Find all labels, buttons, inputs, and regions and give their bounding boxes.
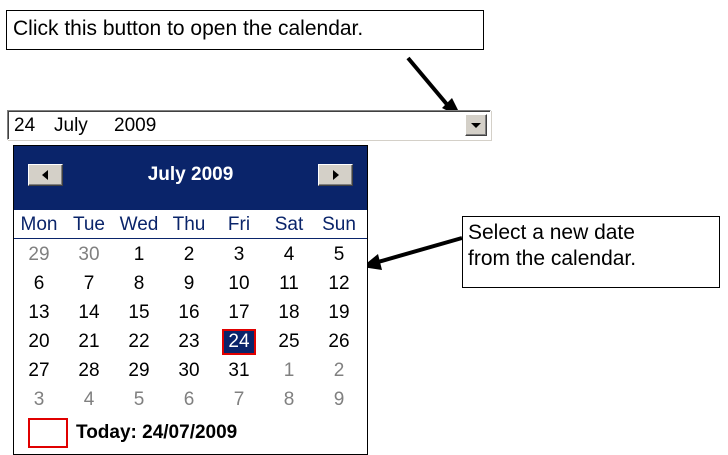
calendar-day[interactable]: 18: [272, 300, 306, 326]
calendar-day[interactable]: 20: [22, 329, 56, 355]
date-combo-box[interactable]: 24 July 2009: [7, 110, 491, 140]
today-link[interactable]: Today: 24/07/2009: [76, 421, 237, 445]
callout-open-calendar-text: Click this button to open the calendar.: [13, 17, 364, 40]
callout-open-calendar: Click this button to open the calendar.: [6, 10, 484, 50]
weekday-header: Mon: [20, 214, 58, 235]
arrow-to-calendar: [362, 236, 463, 270]
calendar-day[interactable]: 9: [172, 271, 206, 297]
calendar-day[interactable]: 5: [322, 242, 356, 268]
open-calendar-button[interactable]: [465, 114, 487, 136]
calendar-day-selected[interactable]: 24: [222, 329, 256, 355]
date-day[interactable]: 24: [14, 116, 35, 136]
date-month[interactable]: July: [54, 116, 88, 136]
calendar-day[interactable]: 7: [72, 271, 106, 297]
date-year[interactable]: 2009: [114, 116, 156, 136]
weekday-header: Tue: [72, 214, 106, 235]
calendar-header: July 2009: [14, 146, 367, 210]
calendar-day[interactable]: 3: [222, 242, 256, 268]
calendar-day[interactable]: 14: [72, 300, 106, 326]
calendar-month-title: July 2009: [147, 164, 234, 185]
calendar-day[interactable]: 15: [122, 300, 156, 326]
calendar-day[interactable]: 2: [322, 358, 356, 384]
calendar-popup: July 2009 Mon Tue Wed Thu Fri Sat Sun 29 30 1 2 3 4…: [13, 145, 368, 455]
arrow-to-dropdown-button: [406, 56, 462, 118]
calendar-day[interactable]: 9: [322, 387, 356, 413]
callout-select-date-line1: Select a new date: [468, 221, 635, 244]
calendar-day[interactable]: 19: [322, 300, 356, 326]
today-marker: [28, 418, 68, 448]
calendar-day[interactable]: 8: [122, 271, 156, 297]
calendar-day[interactable]: 22: [122, 329, 156, 355]
calendar-day[interactable]: 2: [172, 242, 206, 268]
calendar-day[interactable]: 5: [122, 387, 156, 413]
next-month-button[interactable]: [318, 164, 353, 186]
weekday-header: Wed: [119, 214, 159, 235]
callout-select-date: Select a new date from the calendar.: [462, 216, 720, 288]
calendar-day[interactable]: 26: [322, 329, 356, 355]
calendar-day[interactable]: 25: [272, 329, 306, 355]
weekday-header: Thu: [172, 214, 206, 235]
calendar-day[interactable]: 30: [72, 242, 106, 268]
triangle-right-icon: [333, 170, 339, 180]
weekday-divider: [14, 238, 367, 239]
weekday-header: Fri: [227, 214, 251, 235]
calendar-day[interactable]: 30: [172, 358, 206, 384]
calendar-day[interactable]: 4: [272, 242, 306, 268]
calendar-day[interactable]: 1: [272, 358, 306, 384]
calendar-day[interactable]: 29: [22, 242, 56, 268]
calendar-day[interactable]: 8: [272, 387, 306, 413]
calendar-day[interactable]: 28: [72, 358, 106, 384]
weekday-header: Sun: [322, 214, 356, 235]
calendar-day[interactable]: 10: [222, 271, 256, 297]
calendar-day[interactable]: 31: [222, 358, 256, 384]
calendar-day[interactable]: 1: [122, 242, 156, 268]
calendar-day[interactable]: 12: [322, 271, 356, 297]
weekday-header: Sat: [274, 214, 304, 235]
calendar-day[interactable]: 23: [172, 329, 206, 355]
calendar-day[interactable]: 29: [122, 358, 156, 384]
calendar-day[interactable]: 4: [72, 387, 106, 413]
calendar-day[interactable]: 17: [222, 300, 256, 326]
chevron-down-icon: [471, 123, 481, 128]
calendar-day[interactable]: 16: [172, 300, 206, 326]
calendar-day[interactable]: 6: [172, 387, 206, 413]
calendar-day[interactable]: 3: [22, 387, 56, 413]
calendar-day[interactable]: 13: [22, 300, 56, 326]
calendar-day[interactable]: 7: [222, 387, 256, 413]
calendar-day[interactable]: 21: [72, 329, 106, 355]
calendar-day[interactable]: 27: [22, 358, 56, 384]
calendar-day[interactable]: 6: [22, 271, 56, 297]
calendar-day[interactable]: 11: [272, 271, 306, 297]
callout-select-date-line2: from the calendar.: [468, 247, 637, 270]
